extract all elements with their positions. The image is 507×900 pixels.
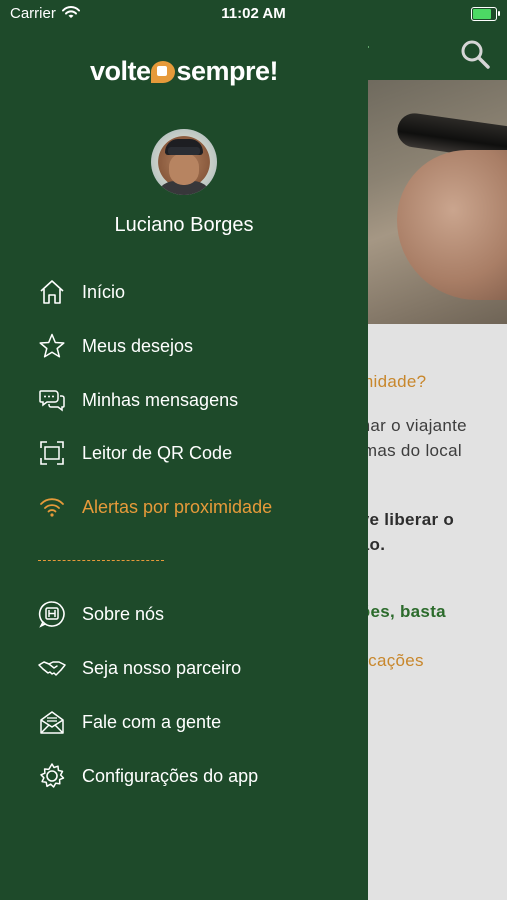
menu-item-inicio[interactable]: Início	[36, 272, 346, 312]
menu-item-label: Configurações do app	[82, 765, 259, 786]
menu-item-label: Leitor de QR Code	[82, 442, 233, 463]
menu-item-label: Minhas mensagens	[82, 389, 239, 410]
menu-item-seja-parceiro[interactable]: Seja nosso parceiro	[36, 648, 346, 688]
search-icon[interactable]	[459, 38, 491, 70]
avatar-goggles	[168, 147, 200, 155]
envelope-icon	[36, 706, 68, 738]
menu-item-label: Sobre nós	[82, 603, 165, 624]
menu-item-label: Fale com a gente	[82, 711, 222, 732]
menu-item-label: Alertas por proximidade	[82, 496, 273, 517]
menu-item-label: Início	[82, 281, 126, 302]
battery-icon	[471, 7, 500, 21]
menu-item-sobre-nos[interactable]: Sobre nós	[36, 594, 346, 634]
menu-item-fale-conosco[interactable]: Fale com a gente	[36, 702, 346, 742]
navigation-drawer: volte sempre! Luciano Borges Início Meus …	[0, 0, 368, 900]
menu-item-configuracoes[interactable]: Configurações do app	[36, 756, 346, 796]
logo-badge-icon	[151, 61, 176, 83]
avatar-face	[169, 153, 199, 185]
menu-item-label: Seja nosso parceiro	[82, 657, 242, 678]
avatar[interactable]	[151, 129, 217, 195]
qr-scan-icon	[36, 437, 68, 469]
menu-item-meus-desejos[interactable]: Meus desejos	[36, 326, 346, 366]
logo-text-right: sempre!	[176, 56, 279, 86]
logo-text-left: volte	[89, 56, 151, 86]
chat-bubbles-icon	[36, 384, 68, 416]
menu-item-leitor-qr-code[interactable]: Leitor de QR Code	[36, 433, 346, 473]
user-name: Luciano Borges	[114, 214, 254, 236]
photo-hand	[397, 150, 507, 300]
gear-icon	[36, 760, 68, 792]
background-photo	[367, 80, 507, 324]
menu-item-label: Meus desejos	[82, 335, 194, 356]
star-icon	[36, 330, 68, 362]
battery-level	[473, 9, 491, 19]
wifi-signal-icon	[36, 491, 68, 523]
menu-item-alertas-proximidade[interactable]: Alertas por proximidade	[36, 487, 346, 527]
menu-item-minhas-mensagens[interactable]: Minhas mensagens	[36, 380, 346, 420]
app-logo: volte sempre!	[0, 56, 368, 87]
handshake-icon	[36, 652, 68, 684]
home-icon	[36, 276, 68, 308]
status-time: 11:02 AM	[221, 5, 286, 22]
brand-badge-icon	[36, 598, 68, 630]
menu-divider	[38, 560, 164, 561]
